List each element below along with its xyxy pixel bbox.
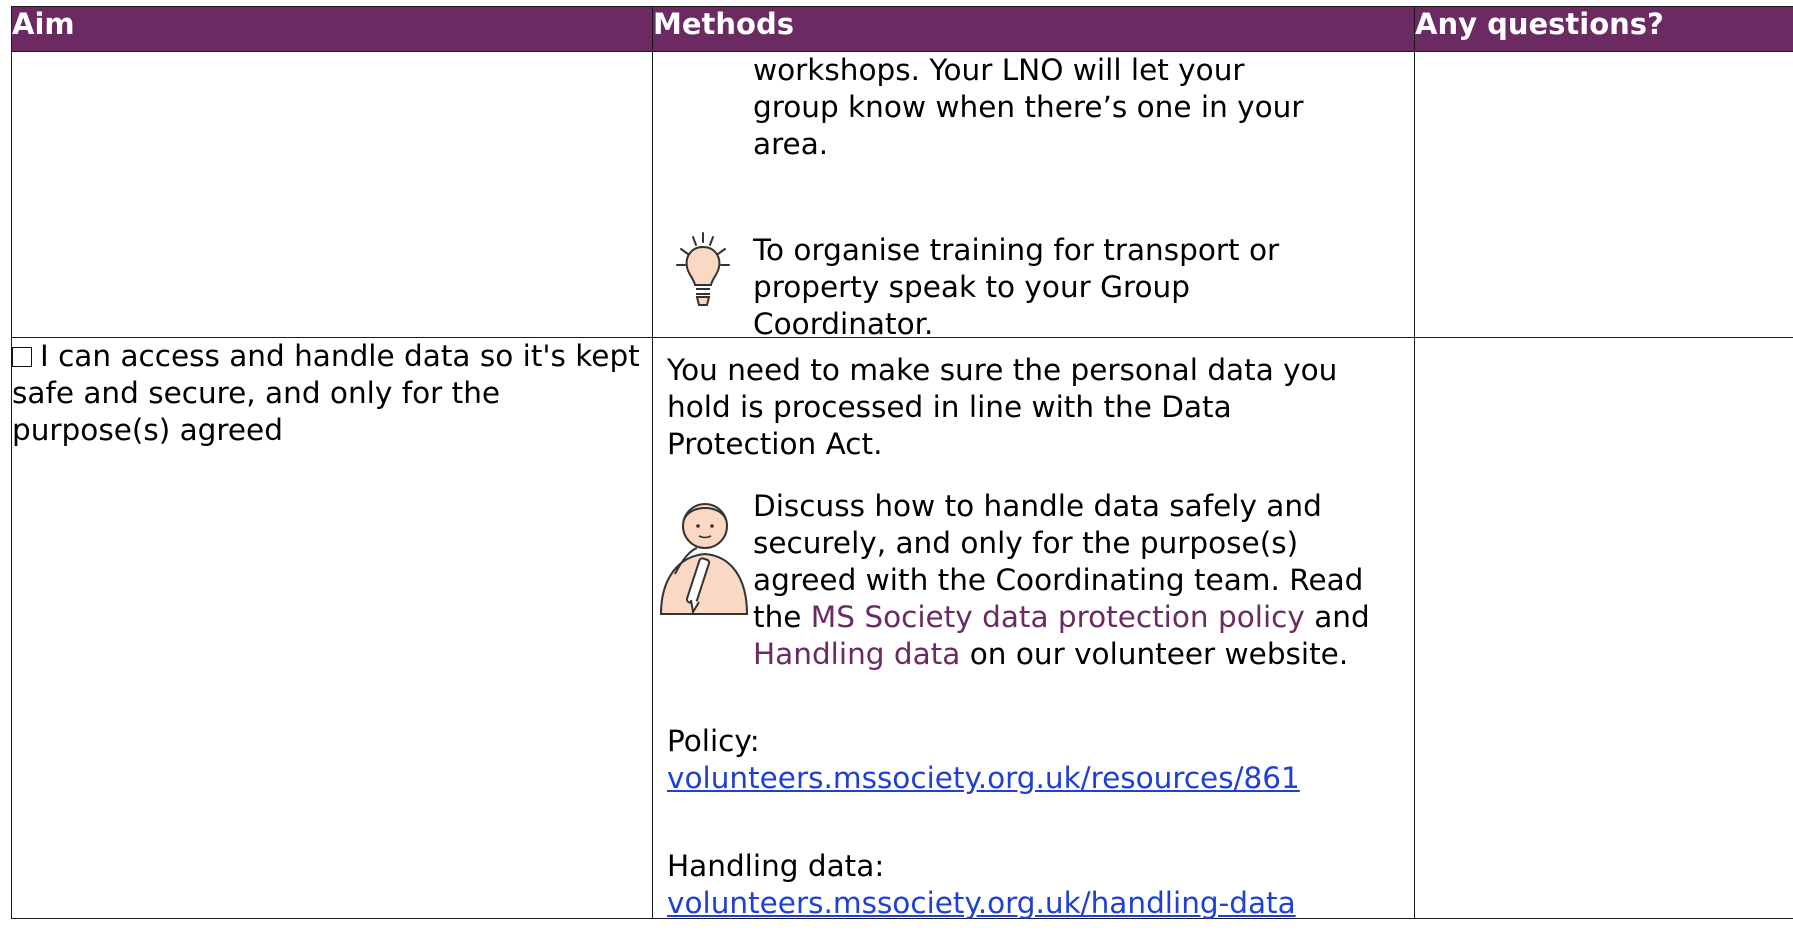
tip-text: To organise training for transport or pr… bbox=[753, 233, 1280, 341]
handling-block: Handling data: volunteers.mssociety.org.… bbox=[667, 848, 1407, 922]
discuss-text: Discuss how to handle data safely and se… bbox=[753, 488, 1393, 673]
handling-url-link[interactable]: volunteers.mssociety.org.uk/handling-dat… bbox=[667, 886, 1296, 920]
methods-intro: You need to make sure the personal data … bbox=[667, 353, 1338, 461]
lightbulb-icon bbox=[676, 232, 730, 306]
header-methods: Methods bbox=[652, 6, 1415, 52]
questions-cell bbox=[1414, 337, 1793, 919]
methods-text: workshops. Your LNO will let your group … bbox=[753, 53, 1304, 161]
policy-url-link[interactable]: volunteers.mssociety.org.uk/resources/86… bbox=[667, 761, 1300, 795]
header-row: Aim Methods Any questions? bbox=[11, 6, 1793, 52]
handling-label: Handling data: bbox=[667, 849, 885, 883]
policy-label: Policy: bbox=[667, 724, 760, 758]
website-text: on our volunteer website. bbox=[960, 637, 1349, 671]
table-row: I can access and handle data so it's kep… bbox=[11, 337, 1793, 922]
document-page: Aim Methods Any questions? workshops. Yo… bbox=[0, 0, 1793, 936]
aim-cell bbox=[11, 51, 653, 338]
checklist-table: Aim Methods Any questions? workshops. Yo… bbox=[11, 6, 1793, 922]
aim-cell: I can access and handle data so it's kep… bbox=[11, 337, 653, 919]
header-aim: Aim bbox=[11, 6, 653, 52]
questions-cell bbox=[1414, 51, 1793, 338]
policy-block: Policy: volunteers.mssociety.org.uk/reso… bbox=[667, 723, 1407, 797]
and-text: and bbox=[1304, 600, 1370, 634]
policy-inline-link[interactable]: MS Society data protection policy bbox=[811, 600, 1305, 634]
person-thinking-icon bbox=[659, 503, 749, 615]
table-row: workshops. Your LNO will let your group … bbox=[11, 51, 1793, 341]
header-questions: Any questions? bbox=[1414, 6, 1793, 52]
aim-text: I can access and handle data so it's kep… bbox=[12, 339, 640, 447]
methods-cell: workshops. Your LNO will let your group … bbox=[652, 51, 1415, 341]
checkbox-icon[interactable] bbox=[12, 347, 32, 367]
methods-cell: You need to make sure the personal data … bbox=[652, 337, 1415, 922]
handling-inline-link[interactable]: Handling data bbox=[753, 637, 960, 671]
